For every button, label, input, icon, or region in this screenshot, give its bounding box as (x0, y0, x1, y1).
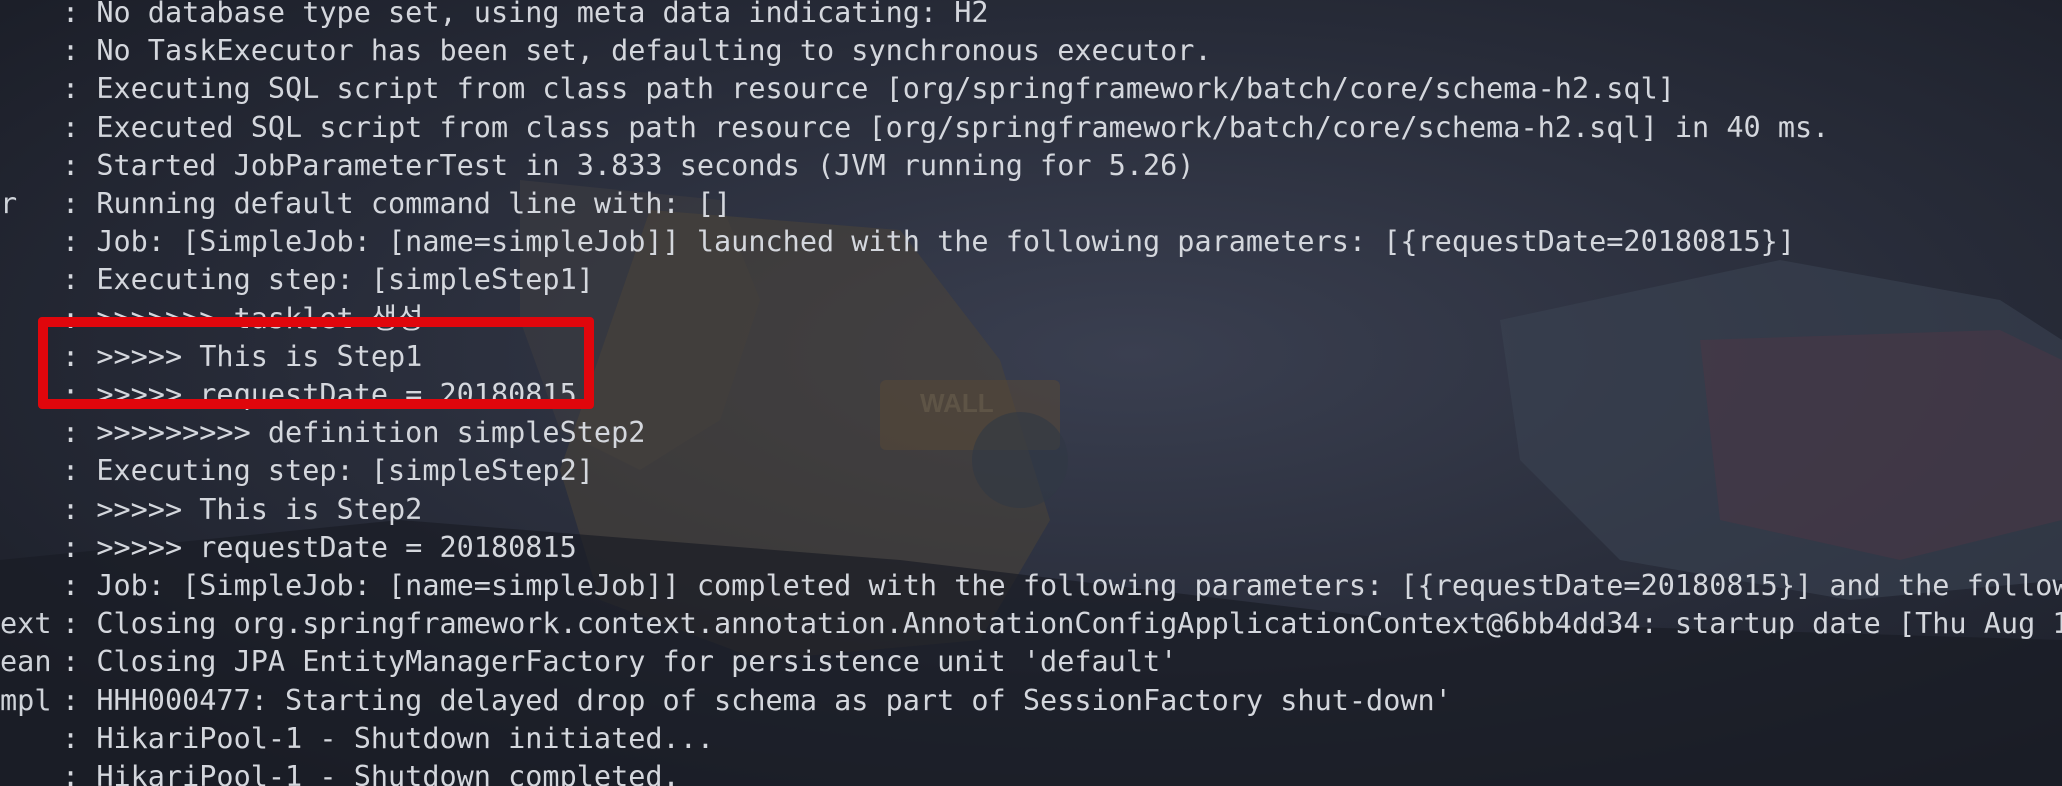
log-line: : Executed SQL script from class path re… (0, 109, 2062, 147)
log-message: : HikariPool-1 - Shutdown initiated... (62, 721, 715, 755)
log-message: : Job: [SimpleJob: [name=simpleJob]] lau… (62, 225, 1796, 259)
log-line: : Executing step: [simpleStep2] (0, 452, 2062, 490)
log-message: : No database type set, using meta data … (62, 0, 989, 29)
log-line: mpl: HHH000477: Starting delayed drop of… (0, 682, 2062, 720)
log-message: : >>>>> requestDate = 20180815 (62, 530, 577, 564)
log-line: : Started JobParameterTest in 3.833 seco… (0, 147, 2062, 185)
log-line: : Job: [SimpleJob: [name=simpleJob]] lau… (0, 223, 2062, 261)
log-message: : Executing SQL script from class path r… (62, 72, 1675, 106)
log-message: : Executed SQL script from class path re… (62, 110, 1830, 144)
log-message: : Closing org.springframework.context.an… (62, 607, 2062, 641)
log-line: r: Running default command line with: [] (0, 185, 2062, 223)
log-message: : No TaskExecutor has been set, defaulti… (62, 34, 1212, 68)
log-message: : HHH000477: Starting delayed drop of sc… (62, 683, 1452, 717)
log-line: : Executing SQL script from class path r… (0, 70, 2062, 108)
log-line: ext: Closing org.springframework.context… (0, 605, 2062, 643)
log-message: : Job: [SimpleJob: [name=simpleJob]] com… (62, 569, 2062, 602)
log-message: : Executing step: [simpleStep2] (62, 454, 594, 488)
log-line: : No database type set, using meta data … (0, 0, 2062, 32)
log-line: : >>>>> This is Step2 (0, 491, 2062, 529)
log-message: : HikariPool-1 - Shutdown completed. (62, 760, 680, 786)
log-message: : Started JobParameterTest in 3.833 seco… (62, 148, 1195, 182)
log-message: : Running default command line with: [] (62, 187, 732, 220)
log-message: : >>>>>>>>> definition simpleStep2 (62, 416, 646, 450)
log-line: : >>>>> requestDate = 20180815 (0, 529, 2062, 567)
log-line: : HikariPool-1 - Shutdown completed. (0, 758, 2062, 786)
log-message: : >>>>> This is Step2 (62, 492, 423, 526)
highlight-annotation-box (38, 317, 594, 409)
log-message: : Executing step: [simpleStep1] (62, 263, 594, 297)
log-line: : >>>>>>>>> definition simpleStep2 (0, 414, 2062, 452)
log-line: : Executing step: [simpleStep1] (0, 261, 2062, 299)
log-message: : Closing JPA EntityManagerFactory for p… (62, 645, 1178, 679)
log-line: : Job: [SimpleJob: [name=simpleJob]] com… (0, 567, 2062, 605)
log-line: : HikariPool-1 - Shutdown initiated... (0, 720, 2062, 758)
log-line: : No TaskExecutor has been set, defaulti… (0, 32, 2062, 70)
log-line: ean: Closing JPA EntityManagerFactory fo… (0, 643, 2062, 681)
